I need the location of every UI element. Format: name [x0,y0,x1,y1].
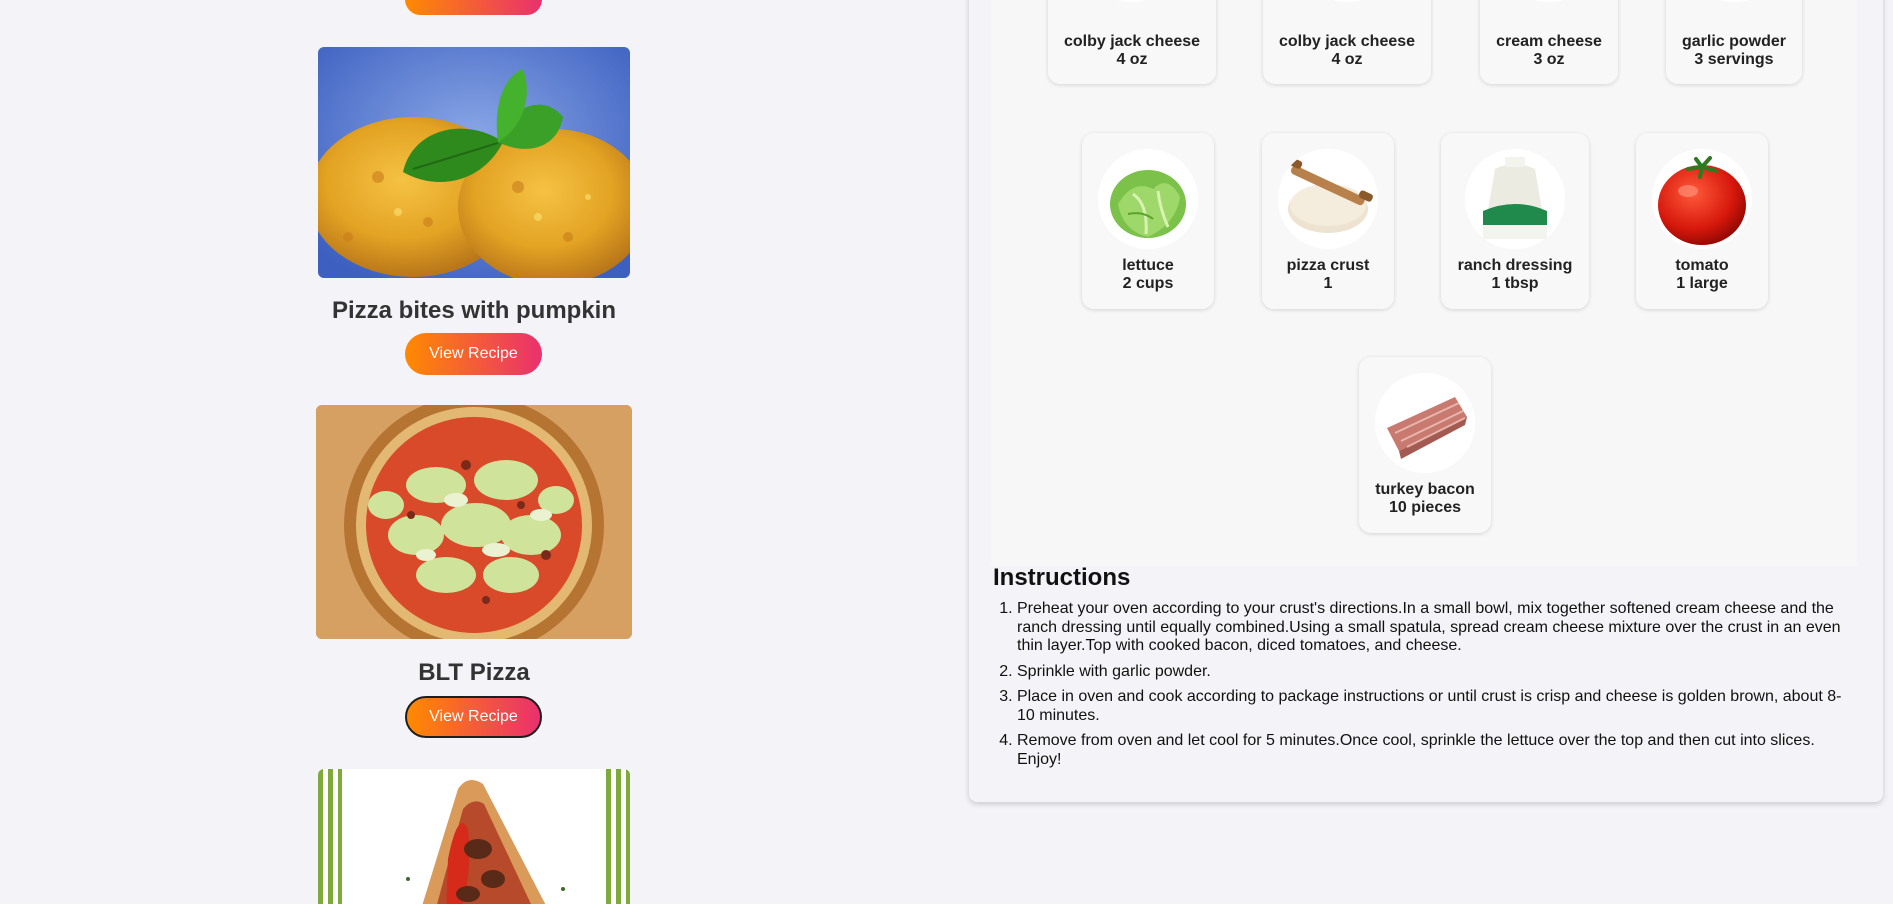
ingredient-name: cream cheese [1496,33,1602,50]
page: Pizza bites with pumpkin View Recipe BLT… [0,0,1893,904]
instructions-list: Preheat your oven according to your crus… [1017,600,1843,776]
recipe-image-partial[interactable] [318,769,630,904]
recipe-title: Pizza bites with pumpkin [331,297,617,324]
ingredient-name: lettuce [1122,257,1174,274]
ingredient-card: lettuce 2 cups [1082,133,1214,309]
instruction-step: Preheat your oven according to your crus… [1017,600,1843,656]
ingredient-quantity: 1 large [1676,275,1728,292]
ingredient-quantity: 4 oz [1331,51,1363,68]
ingredient-card: colby jack cheese 4 oz [1048,0,1216,84]
ingredient-quantity: 3 servings [1694,51,1774,68]
instruction-step: Place in oven and cook according to pack… [1017,688,1843,725]
ingredient-card: tomato 1 large [1636,133,1768,309]
ingredient-name: colby jack cheese [1278,33,1416,50]
ingredient-name: turkey bacon [1375,481,1475,498]
view-recipe-button[interactable]: View Recipe [405,696,542,738]
cheese-icon [1297,0,1397,2]
recipe-image-pizza-bites[interactable] [318,47,630,278]
ingredient-card: colby jack cheese 4 oz [1263,0,1431,84]
ingredient-card: turkey bacon 10 pieces [1359,357,1491,533]
view-recipe-button[interactable]: View Recipe [405,333,542,375]
ingredient-name: colby jack cheese [1063,33,1201,50]
recipe-title: BLT Pizza [418,659,530,686]
ingredient-name: pizza crust [1286,257,1370,274]
cream-cheese-icon [1499,0,1599,2]
ingredient-quantity: 1 [1323,275,1333,292]
view-recipe-button-partial[interactable] [405,0,542,15]
ingredient-quantity: 10 pieces [1388,499,1462,516]
pizza-crust-icon [1278,149,1378,249]
ingredient-name: tomato [1675,257,1729,274]
ingredient-card: pizza crust 1 [1262,133,1394,309]
ingredient-card: ranch dressing 1 tbsp [1441,133,1589,309]
ingredient-quantity: 4 oz [1116,51,1148,68]
ranch-dressing-icon [1465,149,1565,249]
instructions-heading: Instructions [993,564,1131,591]
recipe-image-blt-pizza[interactable] [316,405,632,639]
ingredient-name: garlic powder [1681,33,1787,50]
ingredient-quantity: 2 cups [1122,275,1174,292]
recipe-list: Pizza bites with pumpkin View Recipe BLT… [0,0,948,904]
ingredient-card: cream cheese 3 oz [1480,0,1618,84]
lettuce-icon [1098,149,1198,249]
instruction-step: Sprinkle with garlic powder. [1017,663,1843,682]
ingredient-quantity: 1 tbsp [1491,275,1539,292]
turkey-bacon-icon [1375,373,1475,473]
instruction-step: Remove from oven and let cool for 5 minu… [1017,732,1843,769]
tomato-icon [1652,149,1752,249]
garlic-powder-icon [1684,0,1784,2]
ingredient-quantity: 3 oz [1533,51,1565,68]
ingredient-name: ranch dressing [1457,257,1573,274]
cheese-icon [1082,0,1182,2]
ingredient-card: garlic powder 3 servings [1666,0,1802,84]
